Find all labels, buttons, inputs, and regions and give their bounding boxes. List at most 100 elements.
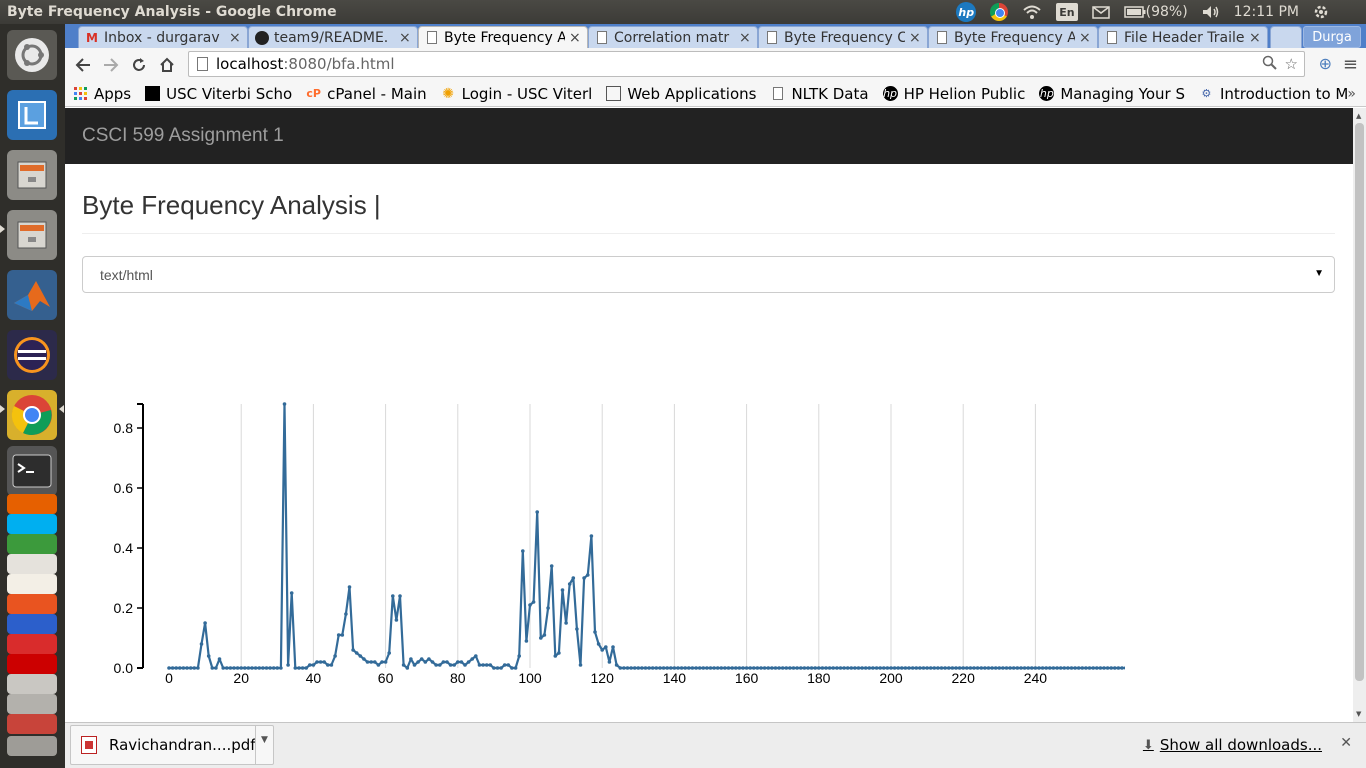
app-icon-3[interactable] — [7, 714, 57, 734]
x-tick-label: 20 — [233, 670, 249, 686]
hp-icon[interactable]: hp — [956, 2, 977, 22]
bookmark-cpanel[interactable]: cP cPanel - Main — [306, 85, 426, 103]
files-icon[interactable] — [7, 150, 57, 200]
mail-icon[interactable] — [1091, 3, 1110, 21]
bookmark-apps[interactable]: Apps — [73, 85, 131, 103]
spreadsheet-icon[interactable] — [7, 534, 57, 554]
wifi-icon[interactable] — [1022, 3, 1042, 21]
tab-readme[interactable]: team9/README. × — [248, 26, 418, 48]
data-point — [773, 666, 778, 670]
volume-icon[interactable] — [1202, 3, 1220, 21]
close-tab-icon[interactable]: × — [739, 30, 751, 46]
chrome-menu-icon[interactable]: ≡ — [1343, 54, 1358, 75]
close-tab-icon[interactable]: × — [1249, 30, 1261, 46]
close-tab-icon[interactable]: × — [569, 30, 581, 46]
libreoffice-icon[interactable] — [7, 90, 57, 140]
address-bar[interactable]: localhost:8080/bfa.html ☆ — [188, 51, 1305, 77]
app-icon-2[interactable] — [7, 694, 57, 714]
navbar-brand[interactable]: CSCI 599 Assignment 1 — [82, 125, 284, 147]
terminal-icon[interactable] — [7, 446, 57, 496]
bookmark-nltk-data[interactable]: NLTK Data — [770, 85, 869, 103]
bookmark-managing-your[interactable]: hp Managing Your S — [1039, 85, 1185, 103]
data-point — [517, 654, 521, 658]
bookmark-web-applications[interactable]: Web Applications — [606, 85, 756, 103]
running-indicator — [0, 225, 5, 233]
document-icon[interactable] — [7, 554, 57, 574]
data-point — [802, 666, 807, 670]
skype-icon[interactable] — [7, 514, 57, 534]
download-item[interactable]: Ravichandran....pdf ▼ — [70, 725, 274, 765]
back-button[interactable] — [69, 51, 97, 79]
bookmark-login-usc[interactable]: ✺ Login - USC Viterl — [441, 85, 592, 103]
tab-byte-frequency-active[interactable]: Byte Frequency A × — [418, 26, 588, 48]
tab-byte-frequency-c[interactable]: Byte Frequency C × — [758, 26, 928, 48]
software-center-icon[interactable] — [7, 594, 57, 614]
data-point — [734, 666, 738, 670]
power-gear-icon[interactable] — [1313, 3, 1329, 21]
page-info-icon[interactable] — [197, 57, 208, 71]
mime-type-select[interactable]: text/html ▼ — [82, 256, 1335, 293]
audio-app-icon-2[interactable] — [7, 634, 57, 654]
bookmarks-bar: Apps USC Viterbi Scho cP cPanel - Main ✺… — [65, 81, 1366, 107]
data-point — [835, 666, 839, 670]
matlab-icon[interactable] — [7, 270, 57, 320]
audio-app-icon[interactable] — [7, 614, 57, 634]
data-point — [214, 666, 218, 670]
ubuntu-dash-icon[interactable] — [7, 30, 57, 80]
profile-button[interactable]: Durga — [1303, 26, 1361, 48]
zoom-icon[interactable] — [1262, 55, 1277, 74]
keyboard-language-indicator[interactable]: En — [1056, 3, 1078, 21]
files-icon-2[interactable] — [7, 210, 57, 260]
data-point — [398, 594, 402, 598]
close-tab-icon[interactable]: × — [399, 30, 411, 46]
bookmark-introduction[interactable]: ⚙ Introduction to M — [1199, 85, 1349, 103]
show-all-downloads-link[interactable]: ⬇ Show all downloads... — [1143, 736, 1322, 754]
close-tab-icon[interactable]: × — [1079, 30, 1091, 46]
eclipse-icon[interactable] — [7, 330, 57, 380]
chevron-down-icon[interactable]: ▼ — [255, 726, 273, 764]
trash-icon[interactable] — [7, 736, 57, 756]
clock[interactable]: 12:11 PM — [1234, 3, 1299, 21]
data-point — [813, 666, 817, 670]
chrome-tray-icon[interactable] — [990, 3, 1009, 21]
amazon-icon[interactable] — [7, 574, 57, 594]
webapps-icon — [606, 86, 622, 101]
cnn-icon[interactable] — [7, 654, 57, 674]
battery-indicator[interactable]: (98%) — [1123, 3, 1188, 21]
data-point — [196, 666, 200, 670]
tab-correlation-matrix[interactable]: Correlation matr × — [588, 26, 758, 48]
firefox-icon[interactable] — [7, 494, 57, 514]
data-point — [546, 606, 550, 610]
forward-button[interactable] — [97, 51, 125, 79]
data-point — [770, 666, 774, 670]
home-button[interactable] — [153, 51, 181, 79]
tab-inbox[interactable]: M Inbox - durgarav × — [78, 26, 248, 48]
reload-button[interactable] — [125, 51, 153, 79]
close-tab-icon[interactable]: × — [229, 30, 241, 46]
tab-byte-frequency-a[interactable]: Byte Frequency A × — [928, 26, 1098, 48]
usc-icon — [145, 86, 161, 101]
app-icon[interactable] — [7, 674, 57, 694]
tab-file-header-trailer[interactable]: File Header Traile × — [1098, 26, 1268, 48]
data-point — [838, 666, 843, 670]
close-icon[interactable]: ✕ — [1340, 735, 1352, 751]
data-point — [741, 666, 745, 670]
data-point — [1019, 666, 1023, 670]
scroll-down-icon[interactable]: ▼ — [1356, 710, 1361, 718]
bookmark-hp-helion[interactable]: hp HP Helion Public — [882, 85, 1025, 103]
data-point — [918, 666, 922, 670]
new-tab-button[interactable] — [1270, 26, 1302, 48]
vertical-scrollbar[interactable]: ▲ ▼ — [1353, 108, 1366, 722]
chrome-icon[interactable] — [7, 390, 57, 440]
bookmarks-overflow-button[interactable]: » — [1347, 86, 1356, 102]
data-point — [997, 666, 1002, 670]
data-point — [239, 666, 243, 670]
bookmark-usc-viterbi[interactable]: USC Viterbi Scho — [145, 85, 292, 103]
scroll-up-icon[interactable]: ▲ — [1356, 112, 1361, 120]
extension-icon[interactable]: ⊕ — [1319, 54, 1332, 73]
data-point — [860, 666, 864, 670]
data-point — [701, 666, 706, 670]
close-tab-icon[interactable]: × — [909, 30, 921, 46]
bookmark-star-icon[interactable]: ☆ — [1285, 55, 1298, 74]
scrollbar-thumb[interactable] — [1355, 123, 1364, 681]
